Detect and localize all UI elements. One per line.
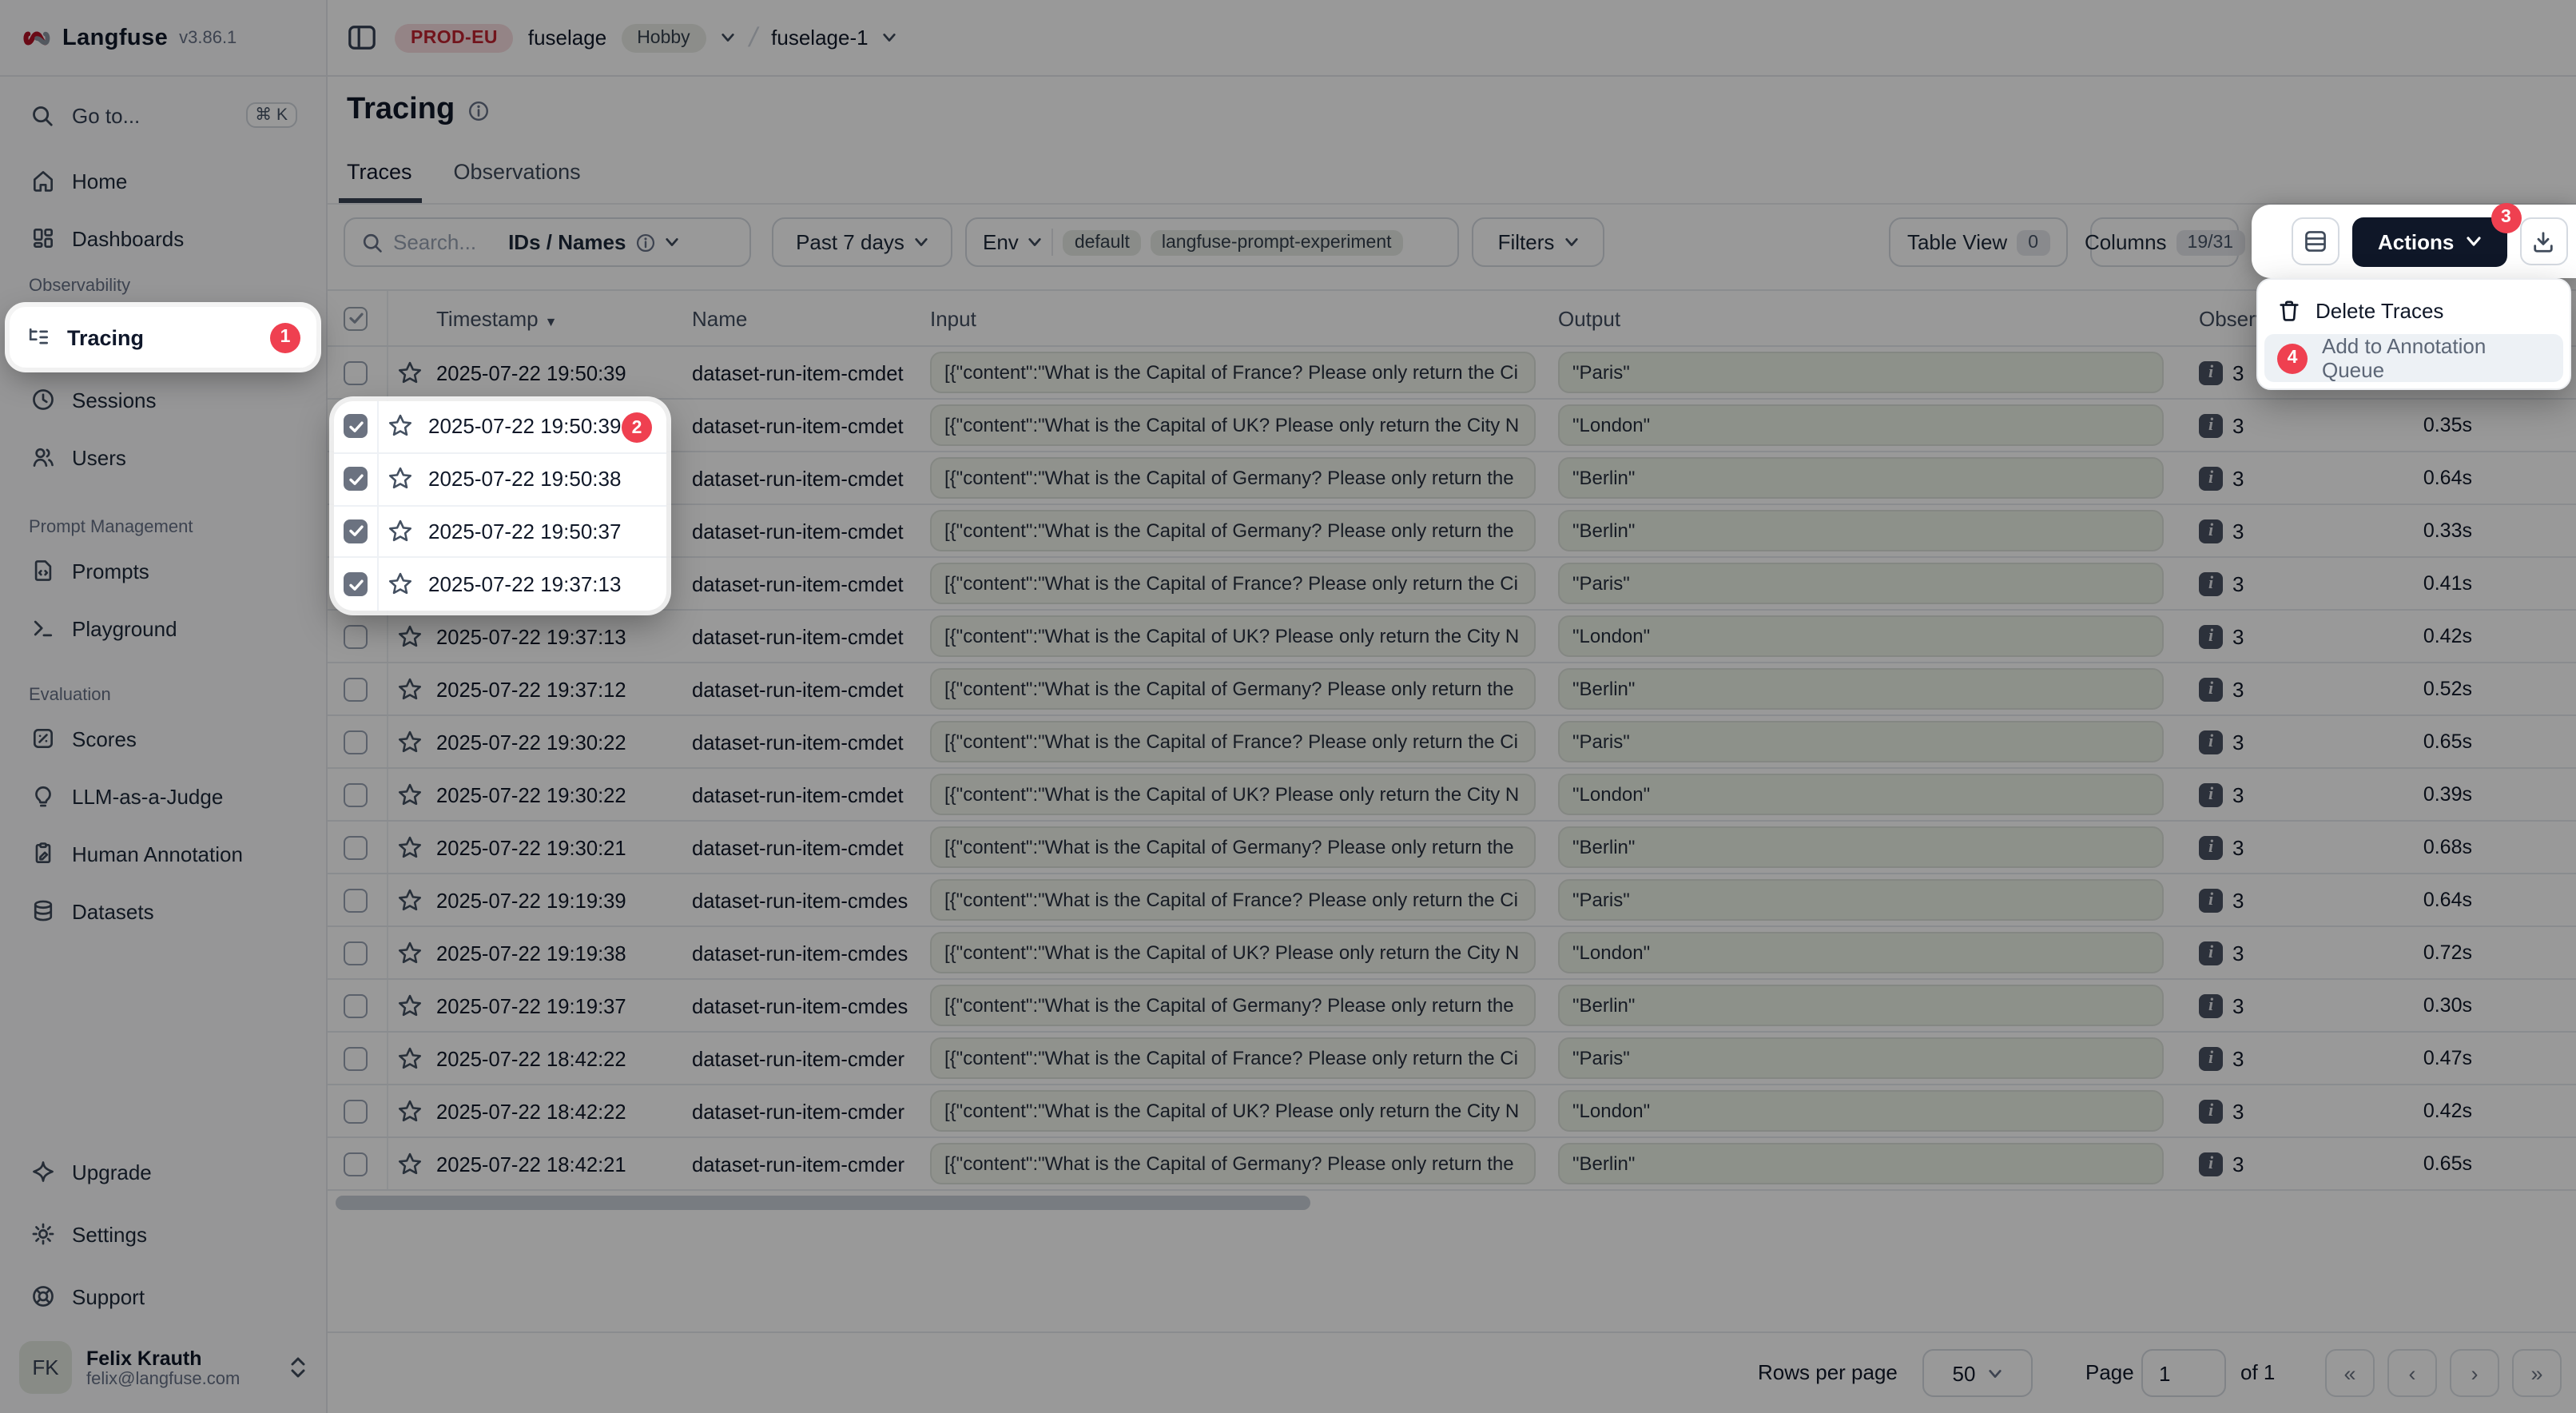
download-icon — [2531, 229, 2555, 253]
bookmark-star[interactable] — [387, 413, 414, 440]
menu-item-delete-traces[interactable]: Delete Traces — [2264, 286, 2563, 334]
app-window: Langfuse v3.86.1 Go to... ⌘ K HomeDashbo… — [0, 0, 2576, 1413]
actions-button[interactable]: Actions 3 — [2352, 217, 2506, 266]
bookmark-star[interactable] — [387, 518, 414, 545]
rows-icon — [2303, 229, 2328, 254]
actions-cluster: Actions 3 — [2252, 205, 2576, 278]
menu-item-add-to-annotation-queue[interactable]: 4 Add to Annotation Queue — [2264, 334, 2563, 382]
tracing-icon — [26, 324, 51, 350]
trash-icon — [2277, 298, 2301, 322]
row-checkbox-checked[interactable] — [334, 401, 379, 452]
selected-table-row[interactable]: 2025-07-22 19:50:37 — [334, 506, 666, 559]
export-button[interactable] — [2519, 217, 2567, 265]
selected-rows-spotlight: 2025-07-22 19:50:3922025-07-22 19:50:382… — [334, 401, 666, 611]
cell-timestamp: 2025-07-22 19:37:13 — [428, 572, 621, 596]
chevron-down-icon — [2465, 233, 2481, 249]
bookmark-star[interactable] — [387, 465, 414, 492]
row-height-button[interactable] — [2292, 217, 2339, 265]
star-icon — [387, 413, 414, 440]
cell-timestamp: 2025-07-22 19:50:39 — [428, 415, 621, 439]
tutorial-badge-1: 1 — [270, 322, 300, 352]
star-icon — [387, 518, 414, 545]
sidebar-item-label: Tracing — [67, 325, 144, 349]
row-checkbox-checked[interactable] — [334, 506, 379, 557]
row-checkbox-checked[interactable] — [334, 454, 379, 505]
tutorial-badge-2: 2 — [622, 412, 652, 443]
star-icon — [387, 571, 414, 598]
sidebar-item-tracing[interactable]: Tracing 1 — [10, 307, 316, 368]
tutorial-badge-3: 3 — [2491, 202, 2521, 233]
actions-menu: Delete Traces 4 Add to Annotation Queue — [2256, 278, 2571, 390]
cell-timestamp: 2025-07-22 19:50:38 — [428, 467, 621, 491]
tutorial-badge-4: 4 — [2277, 343, 2308, 373]
tutorial-overlay-scrim — [0, 0, 2576, 1413]
selected-table-row[interactable]: 2025-07-22 19:37:13 — [334, 559, 666, 611]
bookmark-star[interactable] — [387, 571, 414, 598]
star-icon — [387, 465, 414, 492]
selected-table-row[interactable]: 2025-07-22 19:50:38 — [334, 454, 666, 507]
row-checkbox-checked[interactable] — [334, 559, 379, 611]
cell-timestamp: 2025-07-22 19:50:37 — [428, 519, 621, 543]
selected-table-row[interactable]: 2025-07-22 19:50:392 — [334, 401, 666, 454]
